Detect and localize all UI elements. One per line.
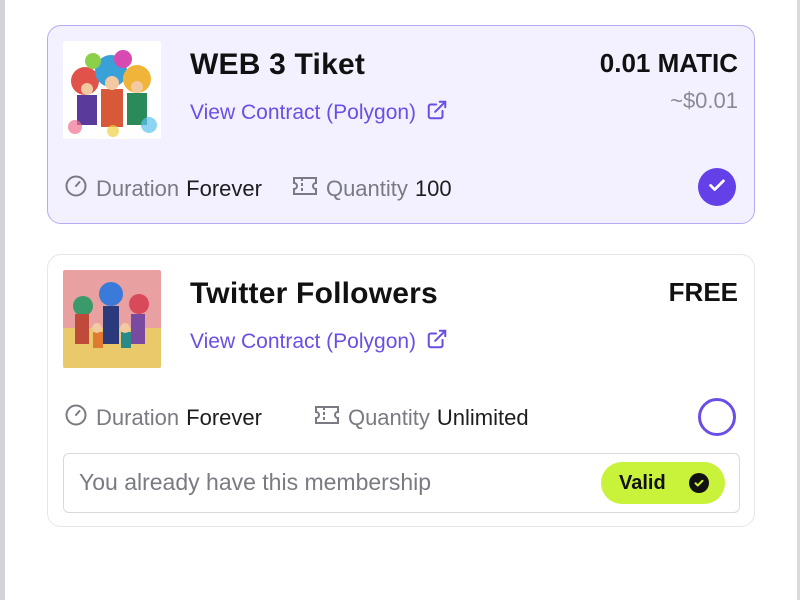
duration-label: Duration	[96, 405, 180, 430]
quantity-label: Quantity	[347, 405, 430, 430]
quantity-label: Quantity	[325, 176, 408, 201]
membership-meta: Duration Forever Quantity 100	[64, 174, 452, 204]
duration-value: Forever	[186, 176, 262, 201]
check-icon	[706, 174, 728, 201]
duration-label: Duration	[96, 176, 180, 201]
ticket-icon	[292, 174, 318, 204]
status-badge-label: Valid	[619, 471, 666, 494]
membership-meta: Duration Forever Quantity Unlimited	[64, 403, 529, 433]
external-link-icon	[426, 99, 448, 127]
check-icon	[689, 473, 709, 493]
membership-card-twitter-followers[interactable]: Twitter Followers View Contract (Polygon…	[47, 254, 755, 527]
membership-title: WEB 3 Tiket	[190, 48, 366, 81]
status-badge: Valid	[601, 462, 725, 504]
membership-price: FREE	[668, 277, 738, 307]
membership-image	[63, 41, 161, 139]
membership-price: 0.01 MATIC	[599, 48, 738, 78]
view-contract-label: View Contract (Polygon)	[190, 330, 417, 353]
clock-icon	[64, 403, 88, 433]
quantity-value: Unlimited	[436, 405, 529, 430]
duration-value: Forever	[186, 405, 262, 430]
select-radio-checked[interactable]	[698, 168, 736, 206]
ticket-icon	[314, 403, 340, 433]
clock-icon	[64, 174, 88, 204]
notice-text: You already have this membership	[79, 469, 432, 495]
view-contract-link[interactable]: View Contract (Polygon)	[190, 99, 448, 127]
membership-card-web3-tiket[interactable]: WEB 3 Tiket View Contract (Polygon) 0.01…	[47, 25, 755, 224]
membership-price-usd: ~$0.01	[670, 88, 738, 113]
select-radio-unchecked[interactable]	[698, 398, 736, 436]
membership-image	[63, 270, 161, 368]
view-contract-link[interactable]: View Contract (Polygon)	[190, 328, 448, 356]
membership-notice: You already have this membership Valid	[63, 453, 740, 513]
quantity-value: 100	[414, 176, 452, 201]
membership-title: Twitter Followers	[190, 277, 438, 310]
external-link-icon	[426, 328, 448, 356]
window-edge-left	[0, 0, 5, 600]
view-contract-label: View Contract (Polygon)	[190, 101, 417, 124]
